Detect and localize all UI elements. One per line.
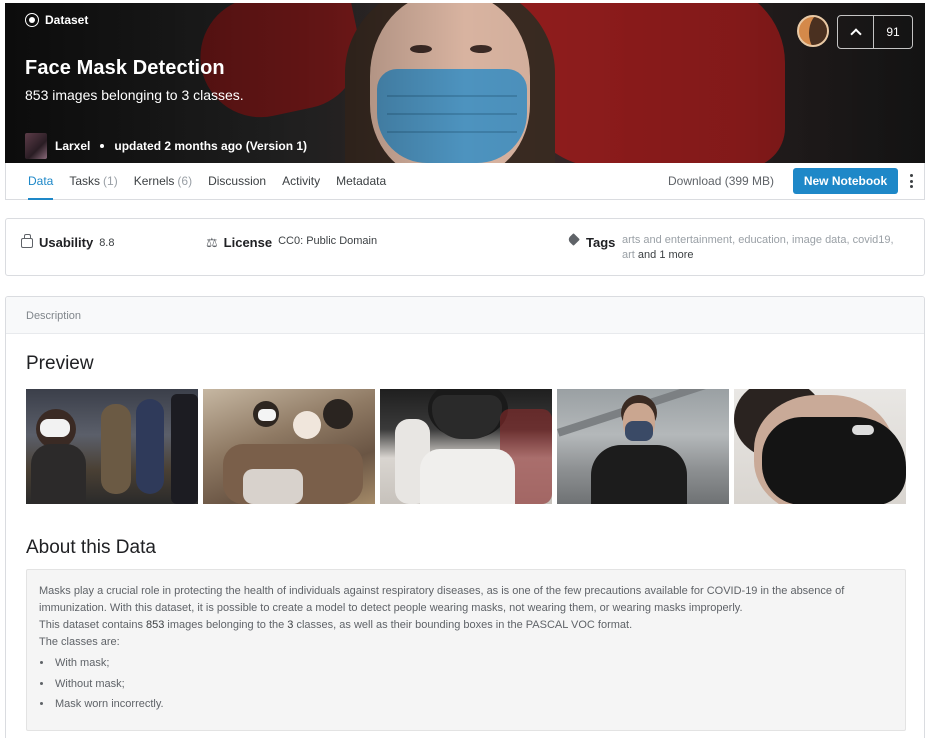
updated-text: updated 2 months ago (Version 1) (114, 139, 308, 153)
dataset-meta: Larxel updated 2 months ago (Version 1) (25, 133, 307, 159)
list-item: With mask; (53, 655, 893, 672)
classes-intro: The classes are: (39, 636, 120, 648)
tag-link[interactable]: education (738, 234, 786, 246)
dataset-subtitle: 853 images belonging to 3 classes. (25, 87, 244, 103)
more-options-icon[interactable] (906, 174, 916, 188)
usability-label: Usability (39, 235, 94, 250)
separator-dot (100, 144, 105, 148)
download-link[interactable]: Download (399 MB) (668, 174, 774, 188)
list-item: Without mask; (53, 676, 893, 693)
usability-value: 8.8 (99, 236, 115, 249)
about-paragraph: This dataset contains 853 images belongi… (39, 619, 633, 631)
chevron-up-icon (849, 28, 862, 40)
preview-image[interactable] (557, 389, 729, 504)
tag-link[interactable]: covid19 (853, 234, 891, 246)
license-label: License (223, 235, 273, 250)
more-tags-link[interactable]: and 1 more (638, 249, 694, 261)
upvote-button[interactable] (838, 16, 874, 48)
new-notebook-button[interactable]: New Notebook (793, 168, 898, 194)
dataset-tab-bar: Data Tasks (1) Kernels (6) Discussion Ac… (5, 163, 925, 200)
list-item: Mask worn incorrectly. (53, 696, 893, 713)
dataset-hero-banner: Dataset Face Mask Detection 853 images b… (5, 3, 925, 163)
tag-icon-wrap (567, 233, 580, 246)
license-info: ⚖ License CC0: Public Domain (206, 235, 377, 251)
dataset-title: Face Mask Detection (25, 57, 225, 79)
preview-images (26, 389, 906, 504)
preview-image[interactable] (203, 389, 375, 504)
description-card: Description Preview About this Data Mask… (5, 296, 925, 738)
dataset-info-card: Usability 8.8 ⚖ License CC0: Public Doma… (5, 218, 925, 276)
preview-title: Preview (26, 353, 94, 374)
tab-tasks[interactable]: Tasks (1) (61, 163, 125, 199)
author-link[interactable]: Larxel (55, 139, 90, 153)
tab-list: Data Tasks (1) Kernels (6) Discussion Ac… (20, 163, 394, 200)
license-value[interactable]: CC0: Public Domain (278, 235, 377, 247)
tab-activity[interactable]: Activity (274, 163, 328, 199)
dataset-icon (25, 13, 39, 27)
dataset-type-label: Dataset (25, 13, 88, 27)
tag-link[interactable]: image data (792, 234, 846, 246)
description-header: Description (6, 297, 924, 334)
tags-list: arts and entertainment, education, image… (622, 234, 894, 261)
about-data-text: Masks play a crucial role in protecting … (26, 569, 906, 731)
tab-data[interactable]: Data (20, 163, 61, 200)
dataset-type-text: Dataset (45, 13, 89, 27)
preview-image[interactable] (380, 389, 552, 504)
tab-kernels[interactable]: Kernels (6) (126, 163, 200, 199)
about-title: About this Data (26, 537, 156, 558)
preview-image[interactable] (26, 389, 198, 504)
tag-icon (567, 233, 580, 246)
owner-avatar[interactable] (797, 15, 829, 47)
upvote-widget: 91 (837, 15, 913, 49)
scale-icon: ⚖ (206, 235, 218, 250)
author-avatar[interactable] (25, 133, 47, 159)
about-paragraph: Masks play a crucial role in protecting … (39, 585, 845, 614)
tags-label: Tags (586, 235, 616, 250)
vote-count: 91 (886, 25, 900, 39)
tab-metadata[interactable]: Metadata (328, 163, 394, 199)
tag-link[interactable]: arts and entertainment (622, 234, 732, 246)
briefcase-icon (21, 233, 33, 248)
classes-list: With mask; Without mask; Mask worn incor… (39, 655, 893, 713)
tag-link[interactable]: art (622, 249, 635, 261)
usability-info: Usability 8.8 (21, 233, 115, 250)
preview-image[interactable] (734, 389, 906, 504)
tab-discussion[interactable]: Discussion (200, 163, 274, 199)
